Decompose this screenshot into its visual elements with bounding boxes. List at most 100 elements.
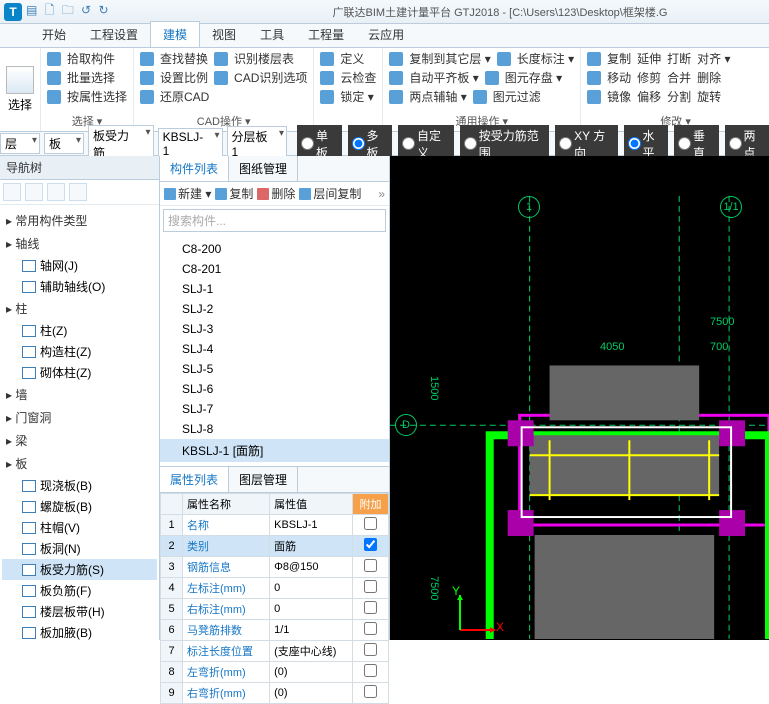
tree-item[interactable]: 板加腋(B) [2, 622, 157, 640]
select-by-prop[interactable]: 按属性选择 [67, 88, 127, 105]
delete-button[interactable]: 删除 [257, 185, 295, 202]
tree-group[interactable]: ▸ 门窗洞 [2, 406, 157, 429]
qa-icon[interactable]: ▤ [26, 3, 37, 17]
list-item[interactable]: C8-201 [160, 259, 389, 279]
prop-value[interactable]: 1/1 [270, 620, 353, 641]
tree-item[interactable]: 板受力筋(S) [2, 559, 157, 580]
menu-item[interactable]: 工程设置 [78, 22, 150, 47]
table-row[interactable]: 8左弯折(mm)(0) [161, 662, 389, 683]
drawing-canvas[interactable]: 1 1/1 D 7500 4050 700 1500 7500 X Y [390, 156, 769, 640]
list-item[interactable]: SLJ-1 [160, 279, 389, 299]
list-item[interactable]: KBSLJ-1 [面筋] [160, 439, 389, 462]
copy-button[interactable]: 复制 [215, 185, 253, 202]
nav-tool-icon[interactable] [47, 183, 65, 201]
menu-item[interactable]: 工程量 [296, 22, 356, 47]
table-row[interactable]: 4左标注(mm)0 [161, 578, 389, 599]
more-icon[interactable]: » [378, 187, 385, 201]
elem-filter[interactable]: 图元过滤 [493, 88, 541, 105]
menu-item[interactable]: 建模 [150, 21, 200, 47]
tree-item[interactable]: 轴网(J) [2, 255, 157, 276]
list-item[interactable]: C8-200 [160, 239, 389, 259]
tree-item[interactable]: 楼层板带(H) [2, 601, 157, 622]
list-item[interactable]: SLJ-3 [160, 319, 389, 339]
tab-drawing-mgr[interactable]: 图纸管理 [229, 156, 298, 181]
table-row[interactable]: 9右弯折(mm)(0) [161, 683, 389, 704]
component-list[interactable]: C8-200C8-201SLJ-1SLJ-2SLJ-3SLJ-4SLJ-5SLJ… [160, 235, 389, 466]
tree-item[interactable]: 螺旋板(B) [2, 496, 157, 517]
table-row[interactable]: 5右标注(mm)0 [161, 599, 389, 620]
menu-item[interactable]: 工具 [248, 22, 296, 47]
table-row[interactable]: 6马凳筋排数1/1 [161, 620, 389, 641]
prop-extra[interactable] [352, 515, 388, 536]
auto-align[interactable]: 自动平齐板 ▾ [409, 69, 478, 86]
prop-value[interactable]: (支座中心线) [270, 641, 353, 662]
nav-tool-icon[interactable] [69, 183, 87, 201]
table-row[interactable]: 1名称KBSLJ-1 [161, 515, 389, 536]
prop-extra[interactable] [352, 683, 388, 704]
prop-value[interactable]: 面筋 [270, 536, 353, 557]
tree-item[interactable]: 砌体柱(Z) [2, 362, 157, 383]
lock-btn[interactable]: 锁定 ▾ [340, 88, 373, 105]
list-item[interactable]: SLJ-8 [160, 419, 389, 439]
tree-item[interactable]: 板洞(N) [2, 538, 157, 559]
copy-to-layer[interactable]: 复制到其它层 ▾ [409, 50, 490, 67]
recognize-floor[interactable]: 识别楼层表 [234, 50, 294, 67]
list-item[interactable]: SLJ-6 [160, 379, 389, 399]
list-item[interactable]: SLJ-7 [160, 399, 389, 419]
qa-icon[interactable]: ↺ [81, 3, 91, 17]
qa-icon[interactable]: 🗋 [45, 3, 55, 17]
tree-group[interactable]: ▸ 柱 [2, 297, 157, 320]
length-dim[interactable]: 长度标注 ▾ [517, 50, 574, 67]
tree-group[interactable]: ▸ 常用构件类型 [2, 209, 157, 232]
nav-tree[interactable]: ▸ 常用构件类型▸ 轴线轴网(J)辅助轴线(O)▸ 柱柱(Z)构造柱(Z)砌体柱… [0, 205, 159, 640]
menu-item[interactable]: 开始 [30, 22, 78, 47]
tab-component-list[interactable]: 构件列表 [160, 156, 229, 181]
tree-item[interactable]: 辅助轴线(O) [2, 276, 157, 297]
tree-group[interactable]: ▸ 板 [2, 452, 157, 475]
nav-tool-icon[interactable] [3, 183, 21, 201]
tab-property-list[interactable]: 属性列表 [160, 467, 229, 492]
dropdown-category[interactable]: 板 [44, 133, 84, 154]
find-replace[interactable]: 查找替换 [160, 50, 208, 67]
tab-layer-mgr[interactable]: 图层管理 [229, 467, 298, 492]
elem-save[interactable]: 图元存盘 ▾ [505, 69, 562, 86]
tree-item[interactable]: 现浇板(B) [2, 475, 157, 496]
prop-extra[interactable] [352, 578, 388, 599]
menu-item[interactable]: 云应用 [356, 22, 416, 47]
batch-select[interactable]: 批量选择 [67, 69, 115, 86]
qa-icon[interactable]: ↻ [98, 3, 108, 17]
prop-extra[interactable] [352, 536, 388, 557]
search-input[interactable]: 搜索构件... [163, 209, 386, 232]
prop-extra[interactable] [352, 599, 388, 620]
tree-group[interactable]: ▸ 墙 [2, 383, 157, 406]
new-button[interactable]: 新建 ▾ [164, 185, 211, 202]
qa-icon[interactable]: 🗀 [62, 3, 74, 17]
set-scale[interactable]: 设置比例 [160, 69, 208, 86]
nav-tool-icon[interactable] [25, 183, 43, 201]
define-btn[interactable]: 定义 [340, 50, 364, 67]
prop-value[interactable]: Φ8@150 [270, 557, 353, 578]
two-point-axis[interactable]: 两点辅轴 ▾ [409, 88, 466, 105]
tree-item[interactable]: 柱帽(V) [2, 517, 157, 538]
prop-value[interactable]: 0 [270, 599, 353, 620]
tree-group[interactable]: ▸ 梁 [2, 429, 157, 452]
prop-value[interactable]: (0) [270, 683, 353, 704]
menu-item[interactable]: 视图 [200, 22, 248, 47]
tree-item[interactable]: 柱(Z) [2, 320, 157, 341]
prop-extra[interactable] [352, 641, 388, 662]
prop-value[interactable]: 0 [270, 578, 353, 599]
table-row[interactable]: 3钢筋信息Φ8@150 [161, 557, 389, 578]
prop-extra[interactable] [352, 557, 388, 578]
prop-value[interactable]: (0) [270, 662, 353, 683]
layer-copy-button[interactable]: 层间复制 [299, 185, 361, 202]
quick-access[interactable]: ▤ 🗋 🗀 ↺ ↻ [26, 1, 113, 22]
tree-item[interactable]: 构造柱(Z) [2, 341, 157, 362]
pick-component[interactable]: 拾取构件 [67, 50, 115, 67]
list-item[interactable]: SLJ-2 [160, 299, 389, 319]
dropdown-component[interactable]: KBSLJ-1 [158, 128, 223, 160]
cad-options[interactable]: CAD识别选项 [234, 69, 307, 86]
prop-extra[interactable] [352, 662, 388, 683]
prop-value[interactable]: KBSLJ-1 [270, 515, 353, 536]
cloud-check[interactable]: 云检查 [340, 69, 376, 86]
prop-extra[interactable] [352, 620, 388, 641]
